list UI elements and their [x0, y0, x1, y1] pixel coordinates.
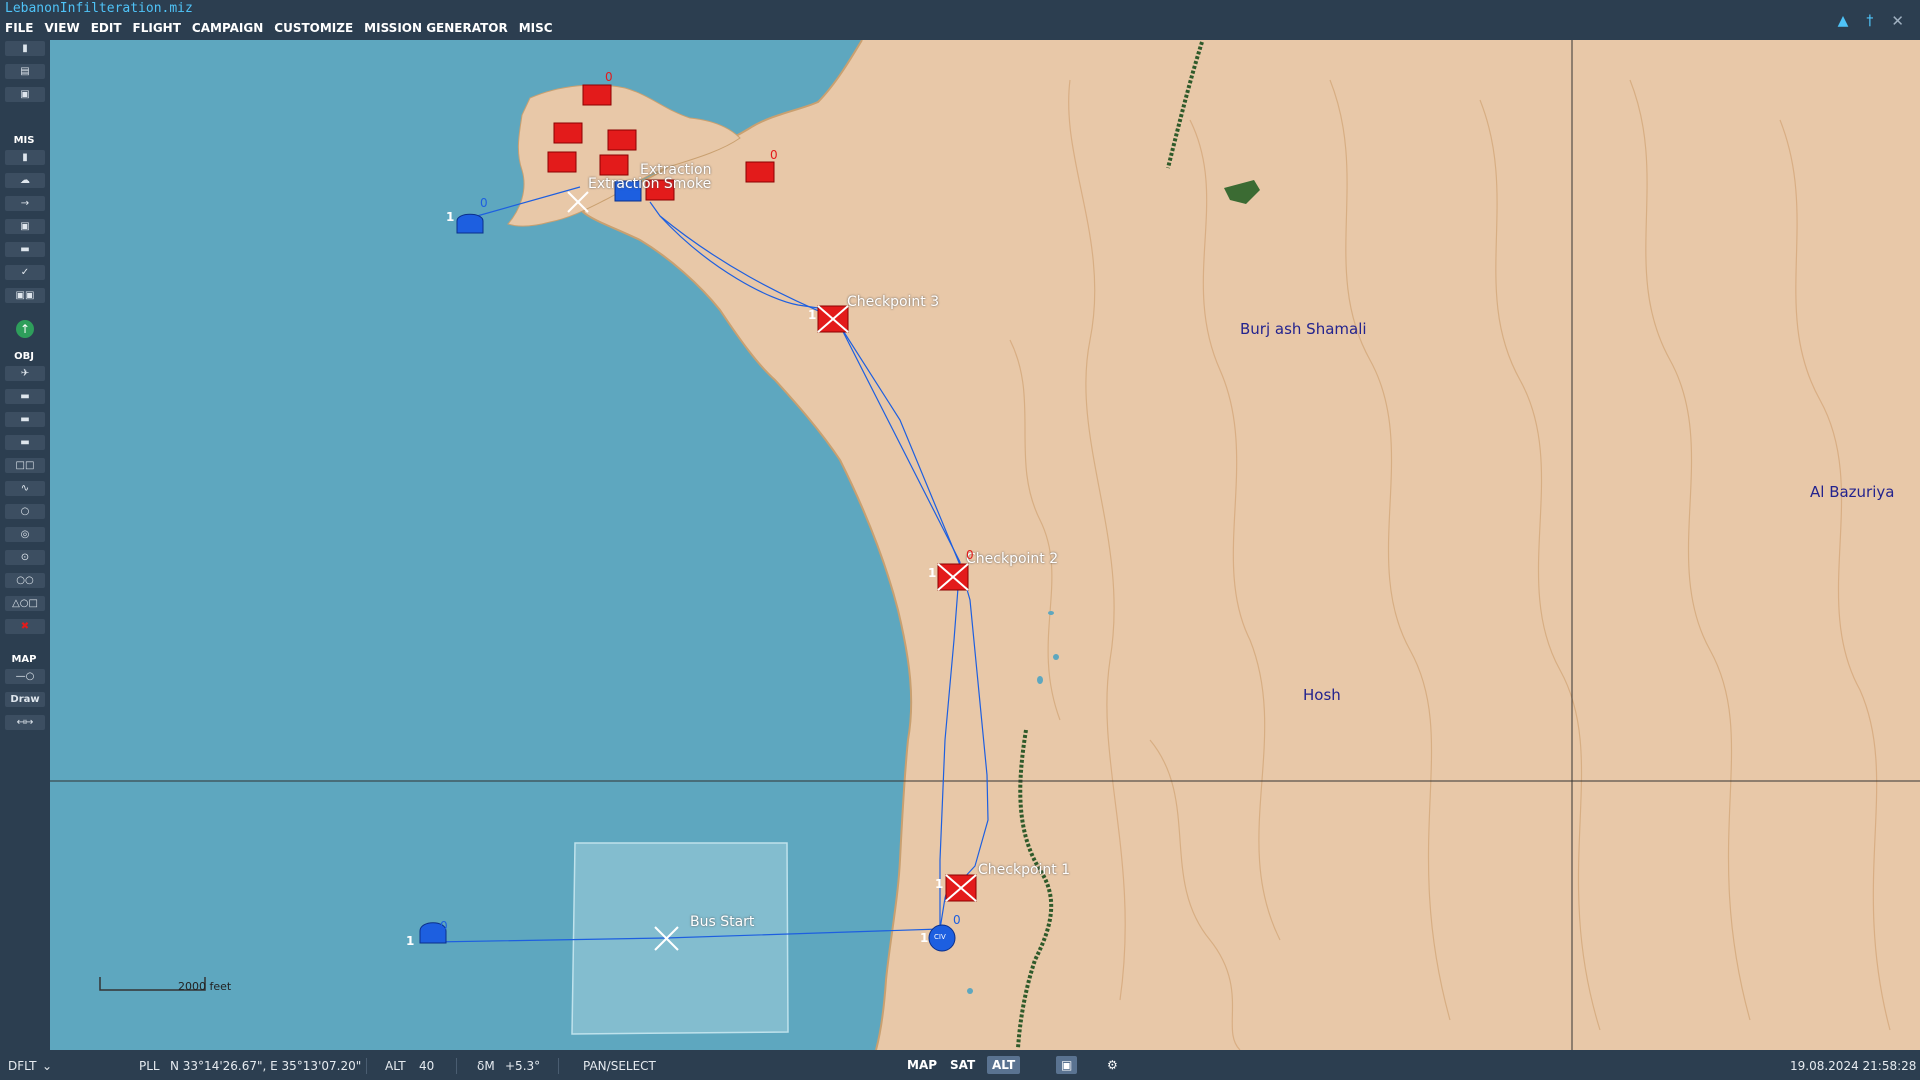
mission-briefing-button[interactable]: ▮ — [5, 150, 45, 165]
date-time: 19.08.2024 21:58:28 — [1790, 1059, 1917, 1073]
settings-icon[interactable]: ⚙ — [1102, 1056, 1123, 1074]
sat-mode-button[interactable]: SAT — [945, 1056, 980, 1074]
chevron-down-icon[interactable]: ⌄ — [42, 1059, 52, 1073]
menu-campaign[interactable]: CAMPAIGN — [192, 21, 263, 35]
unit-index-label: 1 — [406, 934, 415, 948]
add-static-button[interactable]: □□ — [5, 458, 45, 473]
route-button[interactable]: → — [5, 196, 45, 211]
unit-index-label: 1 — [928, 566, 937, 580]
civ-label: CIV — [934, 933, 946, 941]
add-ground-unit-button[interactable]: ▬ — [5, 412, 45, 427]
add-target-button[interactable]: ⊙ — [5, 550, 45, 565]
town-label-hosh: Hosh — [1303, 686, 1341, 704]
open-file-button[interactable]: ▤ — [5, 64, 45, 79]
save-file-button[interactable]: ▣ — [5, 87, 45, 102]
menu-customize[interactable]: CUSTOMIZE — [274, 21, 353, 35]
goals-button[interactable]: ▣▣ — [5, 288, 45, 303]
altitude-label: ALT — [385, 1059, 406, 1073]
trigger-button[interactable]: ▣ — [5, 219, 45, 234]
unit-index-label: 1 — [808, 308, 817, 322]
title-bar: LebanonInfilteration.miz FILE VIEW EDIT … — [0, 0, 1920, 40]
map-view[interactable]: Burj ash Shamali Al Bazuriya Hosh Checkp… — [50, 40, 1920, 1050]
river-south — [1016, 729, 1054, 1049]
weather-button[interactable]: ☁ — [5, 173, 45, 188]
window-controls: ▲ † ✕ — [1838, 12, 1904, 30]
vegetation-patch — [1224, 180, 1260, 204]
waypoint-label-bus-start[interactable]: Bus Start — [690, 914, 754, 930]
draw-button[interactable]: Draw — [5, 692, 45, 707]
edit-mode: PAN/SELECT — [583, 1059, 656, 1073]
unit-zero-label: 0 — [966, 548, 974, 562]
river-north — [1166, 41, 1204, 169]
add-waypoint-button[interactable]: ○ — [5, 504, 45, 519]
unit-index-label: 1 — [446, 210, 455, 224]
add-plane-button[interactable]: ✈ — [5, 366, 45, 381]
map-mode-button[interactable]: MAP — [902, 1056, 942, 1074]
waypoint-label-extraction[interactable]: Extraction — [640, 162, 711, 178]
menu-bar: FILE VIEW EDIT FLIGHT CAMPAIGN CUSTOMIZE… — [5, 21, 553, 35]
new-file-button[interactable]: ▮ — [5, 41, 45, 56]
waypoint-label-checkpoint-3[interactable]: Checkpoint 3 — [847, 294, 939, 310]
check-button[interactable]: ✓ — [5, 265, 45, 280]
wifi-icon: ▲ — [1837, 13, 1849, 29]
menu-mission-generator[interactable]: MISSION GENERATOR — [364, 21, 508, 35]
menu-flight[interactable]: FLIGHT — [133, 21, 181, 35]
town-label-al-bazuriya: Al Bazuriya — [1810, 483, 1895, 501]
upload-icon[interactable]: ↑ — [16, 320, 34, 338]
unit-zero-label: 0 — [440, 919, 448, 933]
unit-zero-label: 0 — [605, 70, 613, 84]
mis-section-label: MIS — [13, 135, 35, 146]
left-toolbar: ▮ ▤ ▣ MIS ▮ ☁ → ▣ ▬ ✓ ▣▣ ↑ OBJ ✈ ▬ ▬ ▬ □… — [0, 40, 50, 1079]
menu-file[interactable]: FILE — [5, 21, 34, 35]
alt-mode-button[interactable]: ALT — [987, 1056, 1021, 1074]
town-label-burj-ash-shamali: Burj ash Shamali — [1240, 320, 1367, 338]
profile-selector[interactable]: DFLT — [8, 1059, 37, 1073]
close-icon[interactable]: ✕ — [1891, 12, 1904, 30]
add-group-button[interactable]: ○○ — [5, 573, 45, 588]
status-bar: DFLT ⌄ PLL N 33°14'26.67", E 35°13'07.20… — [0, 1050, 1920, 1080]
scale-label: 2000 feet — [178, 980, 232, 993]
map-section-label: MAP — [11, 654, 37, 665]
waypoint-label-checkpoint-1[interactable]: Checkpoint 1 — [978, 862, 1070, 878]
screenshot-icon[interactable]: ▣ — [1056, 1056, 1078, 1074]
delete-button[interactable]: ✖ — [5, 619, 45, 634]
menu-edit[interactable]: EDIT — [91, 21, 122, 35]
mag-var-label: δM — [477, 1059, 495, 1073]
obj-section-label: OBJ — [14, 351, 34, 362]
unit-zero-label: 0 — [480, 196, 488, 210]
menu-view[interactable]: VIEW — [45, 21, 80, 35]
add-template-button[interactable]: ∿ — [5, 481, 45, 496]
unit-zero-label: 0 — [770, 148, 778, 162]
coord-format-label[interactable]: PLL — [139, 1059, 160, 1073]
cursor-coordinates: N 33°14'26.67", E 35°13'07.20" — [170, 1059, 362, 1073]
document-title: LebanonInfilteration.miz — [5, 1, 193, 16]
mag-var-value: +5.3° — [505, 1059, 541, 1073]
add-zone-button[interactable]: ◎ — [5, 527, 45, 542]
ruler-button[interactable]: ↤↦ — [5, 715, 45, 730]
menu-misc[interactable]: MISC — [519, 21, 553, 35]
waypoint-label-checkpoint-2[interactable]: Checkpoint 2 — [966, 551, 1058, 567]
unit-index-label: 1 — [920, 931, 929, 945]
options-button[interactable]: ▬ — [5, 242, 45, 257]
waypoint-label-extraction-smoke[interactable]: Extraction Smoke — [588, 176, 711, 192]
add-helicopter-button[interactable]: ▬ — [5, 389, 45, 404]
unit-index-label: 1 — [935, 877, 944, 891]
map-options-button[interactable]: —○ — [5, 669, 45, 684]
antenna-icon: † — [1866, 13, 1874, 29]
unit-zero-label: 0 — [953, 913, 961, 927]
altitude-value: 40 — [419, 1059, 435, 1073]
add-ship-button[interactable]: ▬ — [5, 435, 45, 450]
add-shapes-button[interactable]: △○□ — [5, 596, 45, 611]
